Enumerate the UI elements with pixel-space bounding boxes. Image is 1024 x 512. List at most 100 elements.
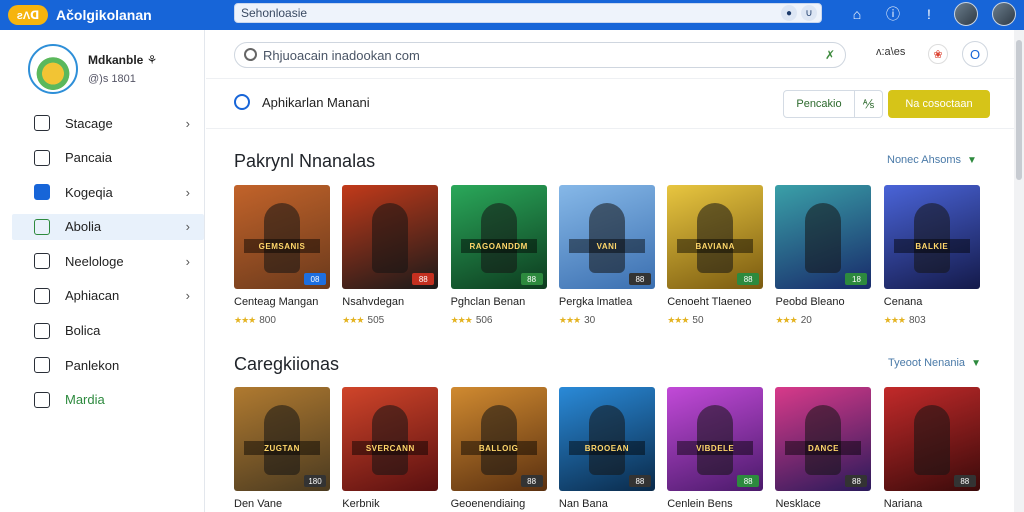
app-name[interactable]: Nesklace [775, 498, 871, 510]
list-icon [34, 253, 50, 270]
app-card[interactable]: BROOEAN 88 Nan Bana [558, 387, 655, 510]
app-card[interactable]: 18 Peobd Bleano ★★★ 20 [775, 185, 872, 326]
app-name[interactable]: Geoenendiaing [451, 498, 547, 510]
tablet-icon [34, 357, 50, 374]
app-card[interactable]: GEMSANIS 08 Centeag Mangan ★★★ 800 [234, 185, 330, 326]
app-name[interactable]: Nariana [884, 498, 980, 510]
app-thumbnail[interactable]: DANCE 88 [775, 387, 872, 491]
notification-icon[interactable]: ! [918, 3, 940, 25]
chevron-right-icon: › [185, 184, 190, 200]
thumbnail-banner: GEMSANIS [244, 239, 320, 253]
app-thumbnail[interactable]: 88 [883, 387, 980, 491]
sidebar-item-4[interactable]: Neelologe › [12, 248, 204, 274]
sidebar-item-6[interactable]: Bolica [12, 318, 204, 344]
search-input[interactable]: Rhjuoacain inadookan com ✗ [234, 42, 846, 68]
character-figure [588, 203, 625, 273]
app-card[interactable]: VIBDELE 88 Cenlein Bens [667, 387, 764, 510]
primary-action-button[interactable]: Na cosoctaan [888, 90, 990, 118]
sidebar-item-7[interactable]: Panlekon [12, 352, 204, 378]
app-thumbnail[interactable]: BALKIE [883, 185, 980, 289]
app-thumbnail[interactable]: BAVIANA 88 [667, 185, 764, 289]
app-rating: ★★★ 505 [342, 315, 438, 326]
app-thumbnail[interactable]: VANI 88 [558, 185, 655, 289]
app-name[interactable]: Nsahvdegan [342, 296, 438, 308]
app-name[interactable]: Kerbnik [342, 498, 438, 510]
sort-icon[interactable]: ⅍ [855, 90, 883, 118]
app-card[interactable]: 88 Nariana [883, 387, 980, 510]
top-search-input[interactable]: Sehonloasie ● ∪ [234, 3, 822, 23]
filter-icon[interactable]: ∪ [801, 5, 817, 21]
app-card[interactable]: RAGOANDDM 88 Pghclan Benan ★★★ 506 [450, 185, 547, 326]
app-thumbnail[interactable]: BROOEAN 88 [558, 387, 655, 491]
bag-icon [34, 184, 50, 201]
sidebar-item-8[interactable]: Mardia [12, 387, 204, 413]
clear-icon[interactable]: ✗ [825, 48, 835, 62]
character-figure [264, 203, 300, 273]
app-thumbnail[interactable]: BALLOIG 88 [450, 387, 547, 491]
status-badge: 88 [953, 475, 976, 487]
avatar[interactable] [954, 2, 978, 26]
app-card[interactable]: DANCE 88 Nesklace [775, 387, 872, 510]
sidebar-item-3[interactable]: Abolia › [12, 213, 204, 240]
thumbnail-banner: BALLOIG [460, 441, 537, 455]
sidebar-item-2[interactable]: Kogeqia › [12, 179, 204, 205]
card-row-popular: GEMSANIS 08 Centeag Mangan ★★★ 800 88 Nsahvdeg… [234, 185, 992, 326]
app-logo[interactable]: ƨɅᗡ [8, 5, 48, 25]
app-thumbnail[interactable]: RAGOANDDM 88 [450, 185, 547, 289]
section-link-categories[interactable]: Tyeoot Nenania ▼ [888, 357, 981, 369]
filter-button[interactable]: Pencakio [783, 90, 855, 118]
app-name[interactable]: Cenoeht Tlaeneo [667, 296, 763, 308]
profile-circle-icon[interactable]: O [962, 41, 988, 67]
app-thumbnail[interactable]: VIBDELE 88 [667, 387, 764, 491]
app-thumbnail[interactable]: ZUGTAN 180 [234, 387, 330, 491]
section-link-label: Tyeoot Nenania [888, 357, 966, 369]
app-name[interactable]: Centeag Mangan [234, 296, 330, 308]
app-name[interactable]: Nan Bana [559, 498, 655, 510]
sidebar-item-1[interactable]: Pancaia [12, 145, 204, 171]
scrollbar[interactable] [1014, 30, 1024, 512]
app-name[interactable]: Pghclan Benan [451, 296, 547, 308]
section-link-popular[interactable]: Nonec Ahsoms ▼ [887, 154, 977, 166]
app-card[interactable]: BALKIE Cenana ★★★ 803 [883, 185, 980, 326]
app-card[interactable]: VANI 88 Pergka lmatlea ★★★ 30 [558, 185, 655, 326]
home-icon[interactable]: ⌂ [846, 3, 868, 25]
main-content: Rhjuoacain inadookan com ✗ ʌ:a\es ❀ O Ap… [206, 30, 1014, 512]
app-card[interactable]: BAVIANA 88 Cenoeht Tlaeneo ★★★ 50 [667, 185, 764, 326]
app-card[interactable]: BALLOIG 88 Geoenendiaing [450, 387, 547, 510]
section-title-categories: Caregkiionas [234, 354, 340, 374]
app-name[interactable]: Cenlein Bens [667, 498, 763, 510]
sidebar-item-0[interactable]: Stacage › [12, 110, 204, 136]
app-thumbnail[interactable]: GEMSANIS 08 [234, 185, 330, 289]
section-title-popular: Pakrynl Nnanalas [234, 151, 376, 171]
chevron-right-icon: › [185, 115, 190, 131]
app-card[interactable]: ZUGTAN 180 Den Vane [234, 387, 330, 510]
user-icon[interactable] [992, 2, 1016, 26]
mic-icon[interactable]: ● [781, 5, 797, 21]
sidebar-item-5[interactable]: Aphiacan › [12, 283, 204, 309]
app-name[interactable]: Pergka lmatlea [559, 296, 655, 308]
app-thumbnail[interactable]: 18 [775, 185, 872, 289]
profile-handle: @)s 1801 [88, 73, 136, 85]
app-name[interactable]: Cenana [884, 296, 980, 308]
status-badge: 88 [737, 273, 760, 285]
profile-avatar [28, 44, 78, 94]
chevron-right-icon: › [185, 219, 190, 235]
notification-badge-icon[interactable]: ❀ [928, 44, 948, 64]
status-badge: 88 [520, 273, 543, 285]
app-card[interactable]: SVERCANN Kerbnik [342, 387, 439, 510]
sidebar-item-label: Kogeqia [65, 184, 113, 200]
chevron-right-icon: › [185, 288, 190, 304]
scrollbar-thumb[interactable] [1016, 40, 1022, 180]
app-name[interactable]: Peobd Bleano [775, 296, 871, 308]
app-thumbnail[interactable]: 88 [342, 185, 439, 289]
app-card[interactable]: 88 Nsahvdegan ★★★ 505 [342, 185, 439, 326]
info-icon[interactable]: ⓘ [882, 3, 904, 25]
sidebar-item-label: Neelologe [65, 253, 124, 269]
app-thumbnail[interactable]: SVERCANN [342, 387, 439, 491]
sidebar-item-label: Stacage [65, 115, 113, 131]
sidebar-item-label: Abolia [65, 219, 102, 235]
rating-count: 803 [909, 315, 926, 326]
profile[interactable]: Mdkanble ⚘ @)s 1801 [28, 44, 157, 94]
rating-count: 506 [475, 315, 493, 326]
app-name[interactable]: Den Vane [234, 498, 330, 510]
